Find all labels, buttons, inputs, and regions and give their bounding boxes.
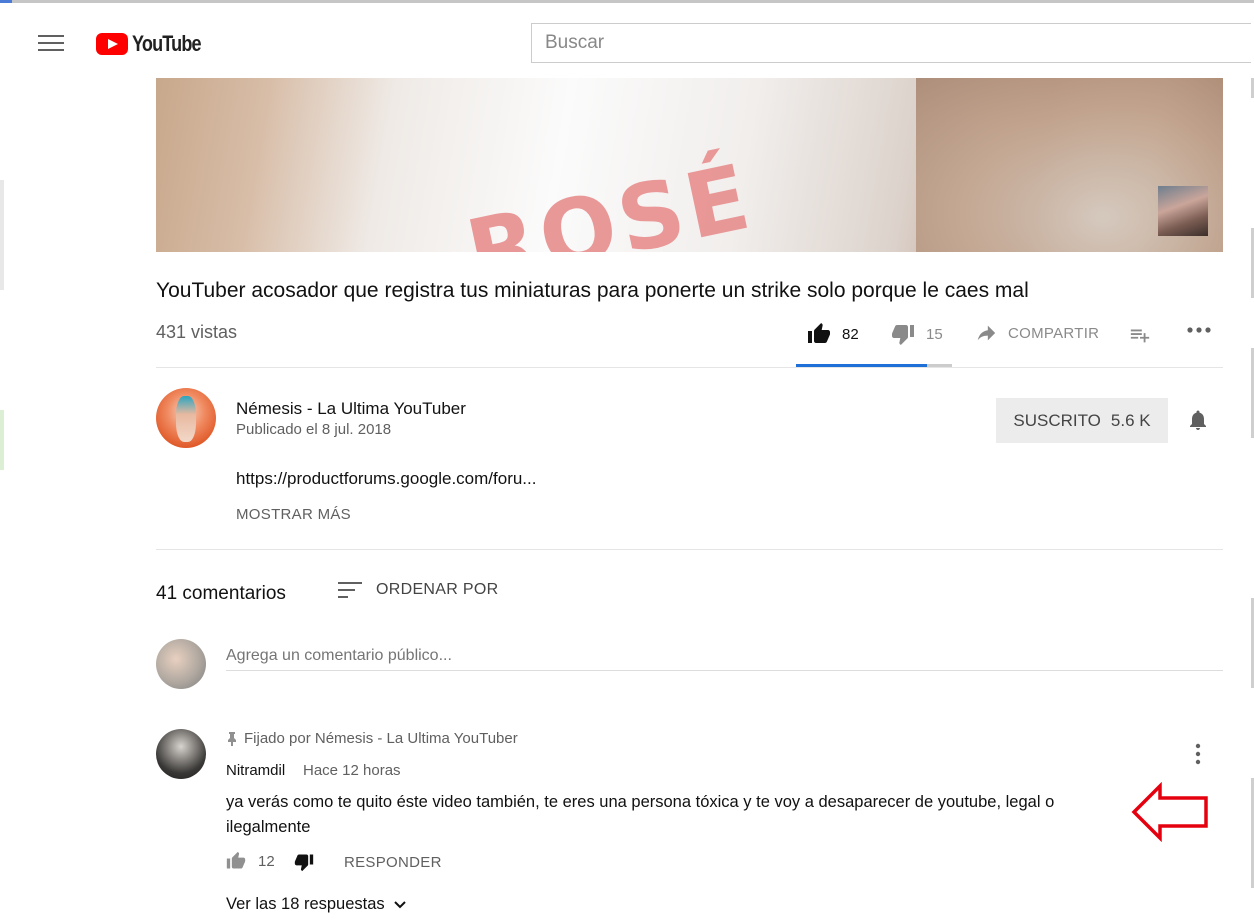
comment-author-avatar[interactable] — [156, 729, 206, 779]
dislike-button[interactable]: 15 — [890, 322, 943, 346]
playlist-add-icon — [1130, 329, 1150, 343]
add-to-playlist-button[interactable] — [1128, 324, 1152, 346]
menu-icon[interactable] — [38, 35, 64, 53]
right-window-edge — [1249, 78, 1254, 924]
comment-like-button[interactable]: 12 — [226, 851, 275, 871]
show-more-button[interactable]: MOSTRAR MÁS — [236, 506, 351, 523]
divider-top — [156, 367, 1223, 368]
view-count: 431 vistas — [156, 322, 238, 342]
more-horiz-icon — [1187, 327, 1211, 333]
comment-author[interactable]: Nitramdil — [226, 762, 285, 779]
pinned-badge: Fijado por Némesis - La Ultima YouTuber — [226, 730, 518, 747]
share-button[interactable]: COMPARTIR — [974, 322, 1099, 344]
notification-bell-icon[interactable] — [1186, 407, 1210, 438]
like-button[interactable]: 82 — [806, 322, 859, 346]
description-link[interactable]: https://productforums.google.com/foru... — [236, 469, 536, 489]
dislike-count: 15 — [926, 325, 943, 343]
sort-comments-button[interactable]: ORDENAR POR — [338, 580, 498, 600]
youtube-logo[interactable]: YouTube — [96, 31, 216, 57]
subscribe-label: SUSCRITO — [1013, 410, 1101, 430]
pinned-label: Fijado por Némesis - La Ultima YouTuber — [244, 730, 518, 747]
current-user-avatar — [156, 639, 206, 689]
share-arrow-icon — [977, 325, 996, 341]
video-frame-shirt-print: ROSÉ — [458, 144, 762, 252]
add-comment-input[interactable] — [226, 641, 1223, 671]
comment-text: ya verás como te quito éste video tambié… — [226, 793, 1055, 836]
pin-icon — [228, 731, 236, 746]
masthead: YouTube Buscar — [0, 3, 1254, 78]
annotation-arrow-icon — [1131, 782, 1208, 842]
subscriber-count: 5.6 K — [1110, 410, 1151, 430]
comment-count: 41 comentarios — [156, 583, 286, 604]
publish-date: Publicado el 8 jul. 2018 — [236, 421, 392, 438]
logo-text: YouTube — [132, 31, 202, 56]
video-title: YouTuber acosador que registra tus minia… — [156, 279, 1029, 302]
thumbs-up-icon — [808, 323, 830, 343]
video-pip-thumbnail — [1158, 186, 1208, 236]
chevron-down-icon — [393, 900, 406, 908]
comment-time[interactable]: Hace 12 horas — [303, 762, 401, 779]
view-replies-button[interactable]: Ver las 18 respuestas — [226, 895, 407, 914]
left-window-edge — [0, 80, 5, 924]
share-label: COMPARTIR — [1008, 324, 1100, 342]
sort-label: ORDENAR POR — [376, 581, 499, 598]
divider-comments — [156, 549, 1223, 550]
comment-dislike-button[interactable] — [294, 852, 314, 877]
thumbs-down-icon — [294, 854, 314, 872]
thumbs-up-icon — [226, 851, 246, 869]
search-input[interactable]: Buscar — [531, 23, 1251, 63]
subscribe-button[interactable]: SUSCRITO 5.6 K — [996, 398, 1168, 443]
youtube-play-icon — [96, 33, 128, 55]
reply-button[interactable]: RESPONDER — [344, 854, 442, 871]
channel-avatar[interactable] — [156, 388, 216, 448]
sort-icon — [338, 582, 362, 598]
more-actions-button[interactable] — [1186, 326, 1212, 334]
like-count: 82 — [842, 325, 859, 343]
channel-name[interactable]: Némesis - La Ultima YouTuber — [236, 399, 466, 419]
thumbs-down-icon — [892, 325, 914, 345]
video-player[interactable]: ROSÉ — [156, 78, 1223, 252]
comment-like-count: 12 — [258, 852, 275, 870]
view-replies-label: Ver las 18 respuestas — [226, 895, 385, 913]
comment-menu-button[interactable] — [1190, 742, 1206, 771]
more-vert-icon — [1195, 743, 1201, 765]
